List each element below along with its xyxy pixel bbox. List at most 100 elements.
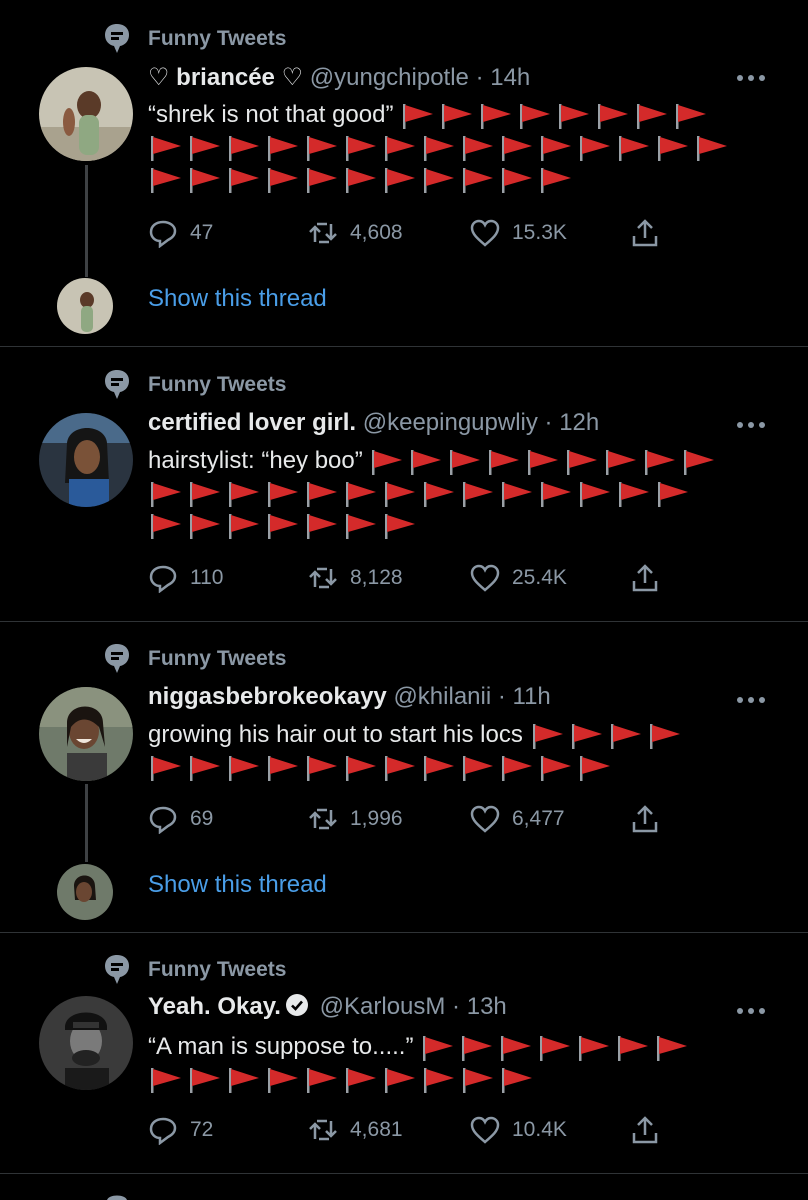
reply-count: 72: [190, 1118, 214, 1141]
retweet-count: 4,681: [350, 1118, 403, 1141]
red-flag-icon: [424, 1067, 454, 1093]
like-button[interactable]: 25.4K: [470, 561, 567, 595]
avatar[interactable]: [39, 67, 133, 161]
timestamp[interactable]: 12h: [559, 409, 599, 436]
red-flag-icon: [190, 481, 220, 507]
avatar[interactable]: [39, 413, 133, 507]
share-button[interactable]: [630, 561, 672, 595]
avatar[interactable]: [39, 996, 133, 1090]
speech-bubble-pin-icon: [105, 955, 129, 984]
tweet-text-content: “A man is suppose to.....”: [148, 1033, 414, 1060]
flag-row: [148, 1064, 538, 1095]
display-name[interactable]: Yeah. Okay.: [148, 993, 281, 1020]
display-name[interactable]: niggasbebrokeokayy: [148, 683, 387, 710]
red-flag-icon: [268, 755, 298, 781]
red-flag-icon: [684, 449, 715, 475]
more-horizontal-icon[interactable]: [736, 696, 766, 704]
red-flag-icon: [268, 513, 298, 539]
timestamp[interactable]: 13h: [467, 993, 507, 1020]
red-flag-icon: [307, 1067, 337, 1093]
red-flag-icon: [598, 103, 629, 129]
tweet-2[interactable]: Funny Tweets certified lover girl. @keep…: [0, 347, 808, 621]
red-flag-icon: [676, 103, 707, 129]
reply-count: 110: [190, 566, 224, 589]
red-flag-icon: [229, 135, 259, 161]
share-icon: [632, 564, 658, 592]
red-flag-icon: [151, 513, 181, 539]
verified-badge-icon: [285, 994, 308, 1016]
user-handle[interactable]: @khilanii: [393, 683, 491, 710]
timestamp[interactable]: 11h: [513, 683, 551, 710]
thread-avatar[interactable]: [57, 278, 113, 334]
red-flag-icon: [567, 449, 598, 475]
retweet-button[interactable]: 4,681: [308, 1113, 403, 1147]
timestamp[interactable]: 14h: [490, 64, 530, 91]
share-button[interactable]: [630, 802, 672, 836]
share-button[interactable]: [630, 1113, 672, 1147]
red-flag-icon: [229, 755, 259, 781]
heart-icon: [470, 219, 500, 247]
flag-row: [148, 478, 694, 509]
more-horizontal-icon[interactable]: [736, 1007, 766, 1015]
red-flag-icon: [579, 1035, 610, 1061]
context-label: Funny Tweets: [148, 27, 287, 50]
share-button[interactable]: [630, 216, 672, 250]
retweet-count: 1,996: [350, 807, 403, 830]
red-flag-icon: [481, 103, 512, 129]
red-flag-icon: [190, 167, 220, 193]
user-handle[interactable]: @yungchipotle: [310, 64, 469, 91]
red-flag-icon: [528, 449, 559, 475]
red-flag-icon: [346, 135, 376, 161]
tweet-4[interactable]: Funny Tweets Yeah. Okay. @KarlousM · 13h…: [0, 933, 808, 1173]
display-name[interactable]: ♡ briancée ♡: [148, 64, 303, 91]
flag-row: [420, 1032, 693, 1063]
red-flag-icon: [424, 135, 454, 161]
red-flag-icon: [658, 135, 688, 161]
retweet-button[interactable]: 1,996: [308, 802, 403, 836]
tweet-3[interactable]: Funny Tweets niggasbebrokeokayy @khilani…: [0, 622, 808, 932]
thread-line: [85, 165, 88, 277]
show-thread-link[interactable]: Show this thread: [148, 285, 327, 313]
thread-avatar[interactable]: [57, 864, 113, 920]
share-icon: [632, 219, 658, 247]
context-label: Funny Tweets: [148, 647, 287, 670]
red-flag-icon: [657, 1035, 688, 1061]
reply-button[interactable]: 69: [148, 802, 213, 836]
tweet-1[interactable]: Funny Tweets ♡ briancée ♡ @yungchipotle …: [0, 0, 808, 346]
tweet-text: “A man is suppose to.....”: [148, 1032, 748, 1096]
tweet-text-content: growing his hair out to start his locs: [148, 721, 523, 748]
share-icon: [632, 805, 658, 833]
flag-row: [148, 164, 577, 195]
user-handle[interactable]: @KarlousM: [320, 993, 446, 1020]
reply-button[interactable]: 72: [148, 1113, 213, 1147]
red-flag-icon: [463, 135, 493, 161]
red-flag-icon: [346, 513, 376, 539]
reply-icon: [149, 806, 177, 834]
like-button[interactable]: 10.4K: [470, 1113, 567, 1147]
speech-bubble-pin-icon: [107, 1195, 127, 1200]
retweet-button[interactable]: 8,128: [308, 561, 403, 595]
tweet-header: niggasbebrokeokayy @khilanii · 11h: [148, 683, 551, 710]
show-thread-link[interactable]: Show this thread: [148, 871, 327, 899]
red-flag-icon: [463, 167, 493, 193]
heart-icon: [470, 1116, 500, 1144]
user-handle[interactable]: @keepingupwliy: [363, 409, 538, 436]
red-flag-icon: [385, 481, 415, 507]
avatar[interactable]: [39, 687, 133, 781]
display-name[interactable]: certified lover girl.: [148, 409, 356, 436]
red-flag-icon: [580, 135, 610, 161]
red-flag-icon: [190, 1067, 220, 1093]
reply-button[interactable]: 47: [148, 216, 213, 250]
retweet-button[interactable]: 4,608: [308, 216, 403, 250]
red-flag-icon: [229, 1067, 259, 1093]
reply-button[interactable]: 110: [148, 561, 223, 595]
red-flag-icon: [697, 135, 727, 161]
more-horizontal-icon[interactable]: [736, 74, 766, 82]
like-button[interactable]: 6,477: [470, 802, 565, 836]
red-flag-icon: [346, 1067, 376, 1093]
more-horizontal-icon[interactable]: [736, 421, 766, 429]
like-button[interactable]: 15.3K: [470, 216, 567, 250]
like-count: 6,477: [512, 807, 565, 830]
red-flag-icon: [637, 103, 668, 129]
red-flag-icon: [606, 449, 637, 475]
